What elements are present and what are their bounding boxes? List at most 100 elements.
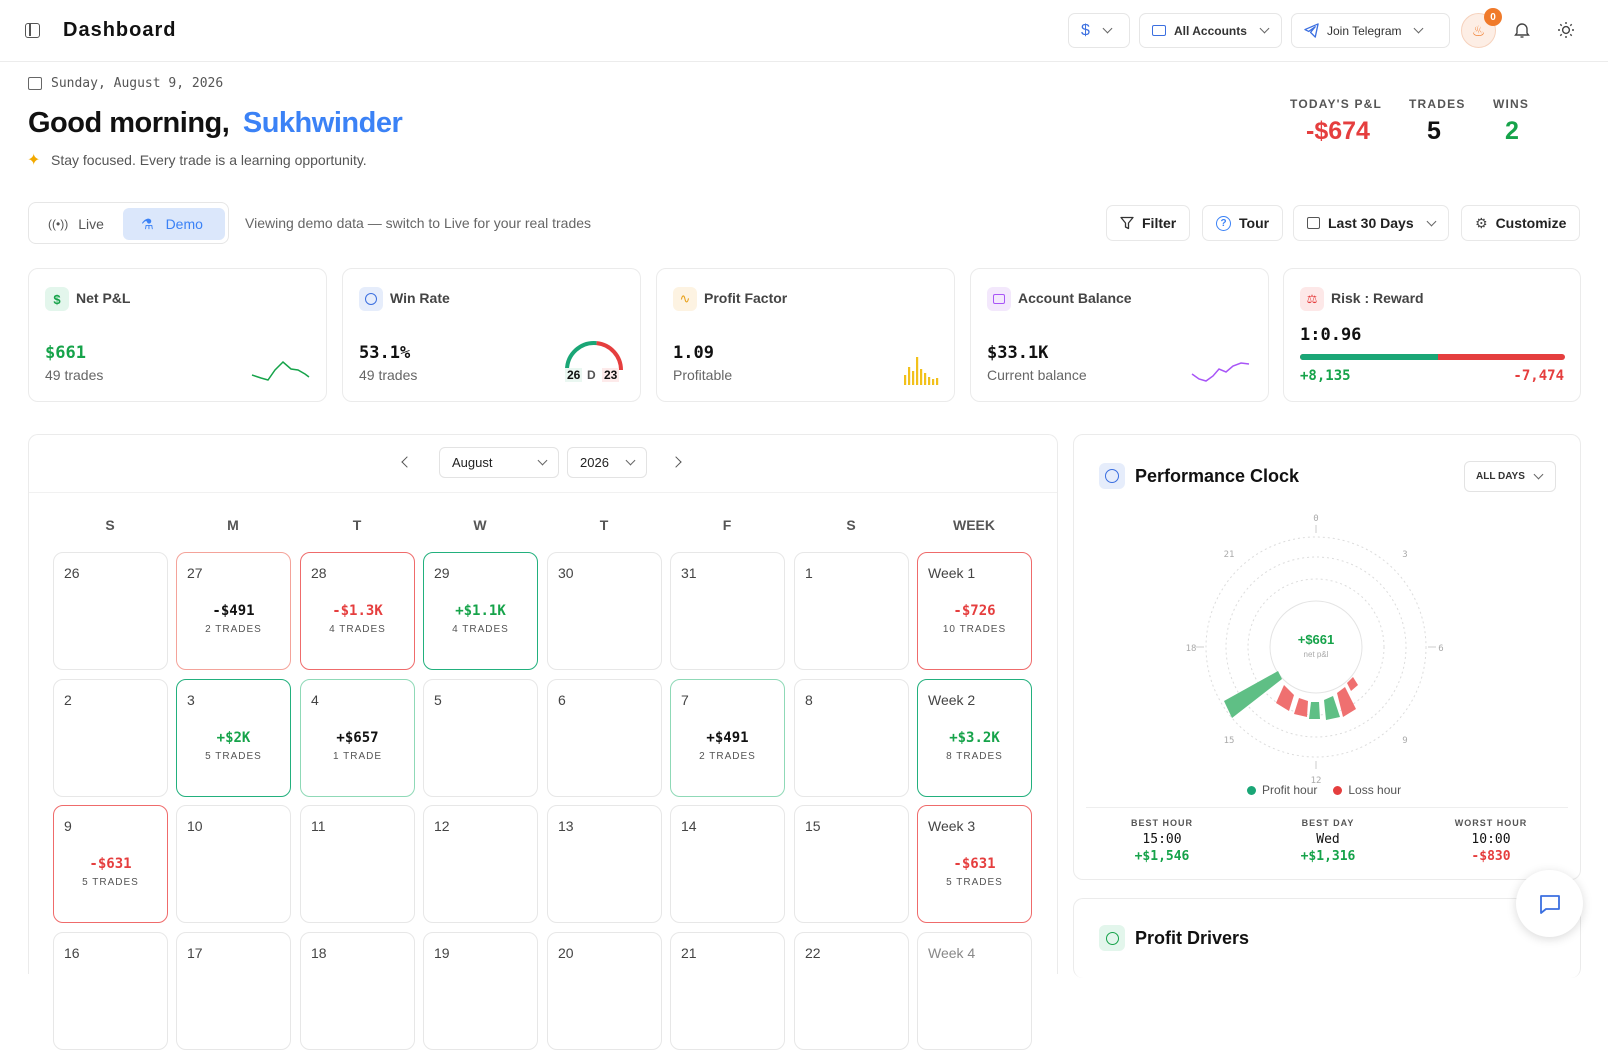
calendar-day[interactable]: 27 -$491 2 TRADES [176, 552, 291, 670]
legend-loss: Loss hour [1348, 783, 1402, 797]
filter-button[interactable]: Filter [1106, 205, 1191, 241]
day-number: 19 [434, 945, 450, 961]
calendar-day[interactable]: 16 [53, 932, 168, 1050]
clock-center-label: net p&l [1304, 650, 1329, 659]
wallet-icon [1152, 25, 1166, 36]
net-pnl-sub: 49 trades [45, 367, 104, 383]
clock-center-value: +$661 [1298, 632, 1335, 647]
calendar-day[interactable]: 9 -$631 5 TRADES [53, 805, 168, 923]
calendar-day[interactable]: 10 [176, 805, 291, 923]
bell-icon[interactable] [1514, 21, 1530, 44]
legend-profit: Profit hour [1262, 783, 1318, 797]
calendar-day[interactable]: 18 [300, 932, 415, 1050]
weekday-header-cell: F [722, 517, 732, 533]
risk-reward-card[interactable]: ⚖ Risk : Reward 1:0.96 +8,135 -7,474 [1283, 268, 1581, 402]
profit-drivers-card: Profit Drivers [1073, 898, 1581, 978]
calendar-day[interactable]: 3 +$2K 5 TRADES [176, 679, 291, 797]
profit-dot [1247, 785, 1256, 795]
calendar-day[interactable]: 29 +$1.1K 4 TRADES [423, 552, 538, 670]
weekday-header-cell: S [105, 517, 115, 533]
win-rate-sub: 49 trades [359, 367, 418, 383]
clock-icon [1099, 463, 1125, 489]
week-summary-cell[interactable]: Week 2 +$3.2K 8 TRADES [917, 679, 1032, 797]
demo-tab[interactable]: ⚗ Demo [123, 208, 225, 240]
calendar-day[interactable]: 11 [300, 805, 415, 923]
win-count: 26 [565, 368, 583, 382]
win-rate-value: 53.1% [359, 343, 411, 363]
telegram-button[interactable]: Join Telegram [1291, 13, 1450, 48]
currency-selector[interactable]: $ [1068, 13, 1130, 48]
calendar-icon [1307, 217, 1320, 229]
calendar-day[interactable]: 19 [423, 932, 538, 1050]
day-number: 9 [64, 818, 72, 834]
calendar-day[interactable]: 15 [794, 805, 909, 923]
calendar-day[interactable]: 30 [547, 552, 662, 670]
balance-sub: Current balance [987, 367, 1087, 383]
wins-label: WINS [1493, 97, 1530, 111]
accounts-selector[interactable]: All Accounts [1139, 13, 1282, 48]
tour-button[interactable]: ? Tour [1202, 205, 1284, 241]
sidebar-toggle-icon[interactable] [25, 23, 40, 38]
best-day-value: +$1,316 [1300, 849, 1356, 864]
calendar-day[interactable]: 8 [794, 679, 909, 797]
calendar-day[interactable]: 7 +$491 2 TRADES [670, 679, 785, 797]
weekday-header-cell: W [473, 517, 487, 533]
day-filter-selector[interactable]: ALL DAYS [1464, 461, 1556, 492]
year-selector[interactable]: 2026 [567, 447, 647, 478]
weekday-header-cell: T [599, 517, 609, 533]
chat-button[interactable] [1516, 870, 1583, 937]
week-summary-cell[interactable]: Week 1 -$726 10 TRADES [917, 552, 1032, 670]
best-hour-label: BEST HOUR [1130, 818, 1193, 828]
calendar-day[interactable]: 31 [670, 552, 785, 670]
calendar-day[interactable]: 28 -$1.3K 4 TRADES [300, 552, 415, 670]
today-pnl-label: TODAY'S P&L [1290, 97, 1383, 111]
calendar-day[interactable]: 14 [670, 805, 785, 923]
gear-icon: ⚙ [1475, 214, 1488, 231]
calendar-day[interactable]: 13 [547, 805, 662, 923]
performance-clock-card: Performance Clock ALL DAYS 0 3 6 9 12 15… [1073, 434, 1581, 880]
risk-reward-title: Risk : Reward [1331, 290, 1424, 306]
calendar-day[interactable]: 20 [547, 932, 662, 1050]
day-trade-count: 10 TRADES [942, 624, 1007, 635]
calendar-day[interactable]: 1 [794, 552, 909, 670]
calendar-day[interactable]: 12 [423, 805, 538, 923]
net-pnl-card[interactable]: $ Net P&L $661 49 trades [28, 268, 327, 402]
profit-factor-card[interactable]: ∿ Profit Factor 1.09 Profitable [656, 268, 955, 402]
calendar-day[interactable]: 17 [176, 932, 291, 1050]
chevron-down-icon [625, 455, 636, 466]
calendar-day[interactable]: 4 +$657 1 TRADE [300, 679, 415, 797]
profit-factor-bars [904, 357, 939, 385]
hour-label-9: 9 [1402, 736, 1407, 746]
live-tab[interactable]: ((•)) Live [48, 209, 104, 239]
calendar-day[interactable]: 5 [423, 679, 538, 797]
tagline: Stay focused. Every trade is a learning … [51, 152, 367, 168]
risk-reward-bar [1300, 354, 1565, 360]
week-summary-cell[interactable]: Week 3 -$631 5 TRADES [917, 805, 1032, 923]
hour-label-15: 15 [1224, 736, 1235, 746]
draw-count: D [587, 368, 596, 382]
clock-bar-11 [1324, 696, 1340, 720]
win-rate-card[interactable]: Win Rate 53.1% 49 trades 26 D 23 [342, 268, 641, 402]
hour-label-0: 0 [1313, 514, 1318, 524]
calendar-day[interactable]: 22 [794, 932, 909, 1050]
streak-button[interactable]: ♨ 0 [1461, 8, 1502, 48]
greeting-heading: Good morning, Sukhwinder [28, 107, 403, 140]
profit-drivers-title: Profit Drivers [1135, 928, 1250, 948]
account-balance-card[interactable]: Account Balance $33.1K Current balance [970, 268, 1269, 402]
customize-button[interactable]: ⚙ Customize [1461, 205, 1581, 241]
profit-factor-title: Profit Factor [704, 290, 788, 306]
reward-value: +8,135 [1300, 368, 1351, 384]
profit-factor-value: 1.09 [673, 343, 714, 363]
week-summary-cell[interactable]: Week 4 [917, 932, 1032, 1050]
chevron-down-icon [1414, 23, 1424, 34]
theme-toggle-icon[interactable] [1557, 21, 1575, 44]
calendar-day[interactable]: 2 [53, 679, 168, 797]
day-number: Week 4 [928, 945, 976, 961]
calendar-day[interactable]: 21 [670, 932, 785, 1050]
date-range-selector[interactable]: Last 30 Days [1293, 205, 1449, 241]
calendar-day[interactable]: 6 [547, 679, 662, 797]
calendar-day[interactable]: 26 [53, 552, 168, 670]
month-selector[interactable]: August [439, 447, 559, 478]
live-label: Live [78, 216, 104, 232]
help-circle-icon: ? [1216, 215, 1231, 231]
